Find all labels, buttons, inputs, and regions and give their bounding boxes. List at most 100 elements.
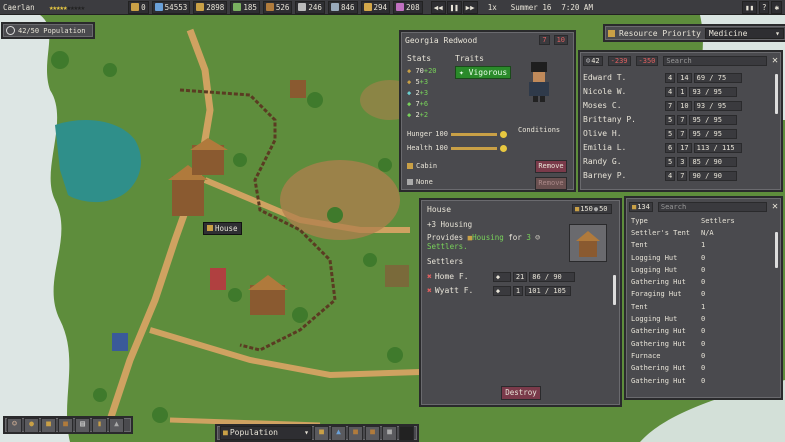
settings-button[interactable]: ✱ xyxy=(771,0,782,14)
character-badge-b: 10 xyxy=(553,35,568,45)
table-row[interactable]: Nicole W. 4 1 93 / 95 xyxy=(583,85,778,98)
buildings-tool-button[interactable]: ■ xyxy=(41,417,56,433)
table-row[interactable]: Emilia L. 6 17 113 / 115 xyxy=(583,141,778,154)
settler-cell: 7 xyxy=(677,128,688,139)
items-tool-button[interactable]: ■ xyxy=(58,417,73,433)
map-tool-button[interactable]: ▤ xyxy=(75,417,90,433)
table-row[interactable]: ✖ Wyatt F. ◆ 1 101 / 105 xyxy=(427,284,614,297)
remove-work-button[interactable]: Remove xyxy=(535,177,567,190)
settler-cell: 3 xyxy=(677,156,688,167)
table-row[interactable]: Brittany P. 5 7 95 / 95 xyxy=(583,113,778,126)
resource-research: 54553 xyxy=(151,0,191,14)
table-row[interactable]: Gathering Hut 0 xyxy=(631,338,776,350)
table-row[interactable]: Logging Hut 0 xyxy=(631,264,776,276)
stat-row: ◆ 2+2 xyxy=(407,111,429,119)
settler-stat-b: -350 xyxy=(635,55,659,66)
resource-priority-bar: Resource Priority Medicine ▾ xyxy=(603,24,785,42)
empty-build-slot[interactable] xyxy=(399,425,414,441)
fast-forward-button[interactable]: ▶▶ xyxy=(462,0,478,14)
settler-hp: 93 / 95 xyxy=(693,100,742,111)
animals-tool-button[interactable]: ● xyxy=(24,417,39,433)
remove-home-button[interactable]: Remove xyxy=(535,160,567,173)
map-building-label: House xyxy=(203,222,242,235)
close-icon[interactable]: ✕ xyxy=(772,55,778,66)
build-tool-button[interactable]: ▲ xyxy=(109,417,124,433)
manor-build-button[interactable]: ■ xyxy=(382,425,397,441)
stats-button[interactable]: ▮▮ xyxy=(741,0,757,14)
resource-gem: 208 xyxy=(393,0,423,14)
table-row[interactable]: Gathering Hut 0 xyxy=(631,375,776,387)
tent-build-button[interactable]: ▲ xyxy=(331,425,346,441)
person-icon: ☺ xyxy=(12,418,17,428)
table-row[interactable]: Logging Hut 0 xyxy=(631,252,776,264)
table-row[interactable]: Randy G. 5 3 85 / 90 xyxy=(583,155,778,168)
smiley-icon xyxy=(500,130,507,138)
house-preview xyxy=(569,224,607,262)
table-row[interactable]: Furnace 0 xyxy=(631,350,776,362)
buildings-panel: ■ 134 Search ✕ Type Settlers Settler's Te… xyxy=(624,196,783,400)
table-row[interactable]: Olive H. 5 7 95 / 95 xyxy=(583,127,778,140)
house-settlers-list: ✖ Home F. ◆ 21 86 / 90 ✖ Wyatt F. ◆ 1 10… xyxy=(421,270,620,297)
settler-search-input[interactable]: Search xyxy=(663,55,767,66)
person-icon: ■ xyxy=(223,428,228,437)
resource-iron: 846 xyxy=(327,0,358,14)
pause-button[interactable]: ❚❚ xyxy=(446,0,462,14)
house-title: House xyxy=(427,204,452,214)
table-row[interactable]: Logging Hut 0 xyxy=(631,313,776,325)
lodge-build-button[interactable]: ■ xyxy=(365,425,380,441)
smiley-icon xyxy=(500,144,507,152)
table-row[interactable]: Moses C. 7 10 93 / 95 xyxy=(583,99,778,112)
research-tool-button[interactable]: ▮ xyxy=(92,417,107,433)
population-widget[interactable]: 42/50 Population xyxy=(1,22,95,39)
table-row[interactable]: Gathering Hut 0 xyxy=(631,362,776,374)
table-row[interactable]: Barney P. 4 7 90 / 90 xyxy=(583,169,778,182)
table-row[interactable]: Tent 1 xyxy=(631,301,776,313)
buildings-header: Type Settlers xyxy=(631,217,735,225)
help-button[interactable]: ? xyxy=(758,0,770,14)
destroy-button[interactable]: Destroy xyxy=(501,386,541,400)
stat-row: ◆ 2+3 xyxy=(407,89,429,97)
stats-header: Stats xyxy=(407,54,432,63)
table-row[interactable]: Gathering Hut 0 xyxy=(631,325,776,337)
close-icon[interactable]: ✕ xyxy=(772,201,778,212)
settlers-scrollbar[interactable] xyxy=(775,74,778,114)
buildings-scrollbar[interactable] xyxy=(775,232,778,268)
house-building-icon xyxy=(576,231,600,257)
building-search-input[interactable]: Search xyxy=(657,201,767,212)
table-row[interactable]: Gathering Hut 0 xyxy=(631,276,776,288)
work-row: None xyxy=(407,178,433,186)
table-row[interactable]: Tent 1 xyxy=(631,239,776,251)
remove-settler-icon[interactable]: ✖ xyxy=(427,272,432,281)
settler-hp: 113 / 115 xyxy=(693,142,742,153)
pickaxe-icon xyxy=(407,179,413,185)
resource-wood: 185 xyxy=(230,0,260,14)
top-right-buttons: ▮▮ ? ✱ xyxy=(741,0,782,14)
rewind-button[interactable]: ◀◀ xyxy=(430,0,446,14)
settler-cell: 4 xyxy=(665,86,676,97)
settler-cell: ◆ xyxy=(492,271,511,282)
table-row[interactable]: ✖ Home F. ◆ 21 86 / 90 xyxy=(427,270,614,283)
population-select[interactable]: ■ Population ▾ xyxy=(220,426,312,440)
settler-hp: 95 / 95 xyxy=(689,128,738,139)
house-icon xyxy=(207,225,213,231)
book-icon: ▮ xyxy=(97,418,102,428)
settler-hp: 95 / 95 xyxy=(689,114,738,125)
resource-bar: 0 54553 2898 185 526 246 846 294 208 xyxy=(128,0,423,14)
cabin-build-button[interactable]: ■ xyxy=(348,425,363,441)
table-row[interactable]: Settler's Tent N/A xyxy=(631,227,776,239)
trait-badge[interactable]: ✦ Vigorous xyxy=(455,66,512,79)
table-row[interactable]: Foraging Hut 0 xyxy=(631,288,776,300)
manor-icon: ■ xyxy=(387,426,392,436)
settlers-tool-button[interactable]: ☺ xyxy=(7,417,22,433)
priority-select[interactable]: Medicine ▾ xyxy=(704,27,784,39)
table-row[interactable]: Edward T. 4 14 69 / 75 xyxy=(583,71,778,84)
wood-icon xyxy=(233,3,242,11)
settler-hp: 101 / 105 xyxy=(525,285,572,296)
house-scrollbar[interactable] xyxy=(613,275,616,305)
remove-settler-icon[interactable]: ✖ xyxy=(427,286,432,295)
settlers-table: Edward T. 4 14 69 / 75 Nicole W. 4 1 93 / 95 M… xyxy=(580,69,781,185)
stat-icon: ◆ xyxy=(407,111,412,119)
settler-cell: 4 xyxy=(665,170,676,181)
house-build-button[interactable]: ■ xyxy=(314,425,329,441)
settler-cell: 14 xyxy=(677,72,692,83)
